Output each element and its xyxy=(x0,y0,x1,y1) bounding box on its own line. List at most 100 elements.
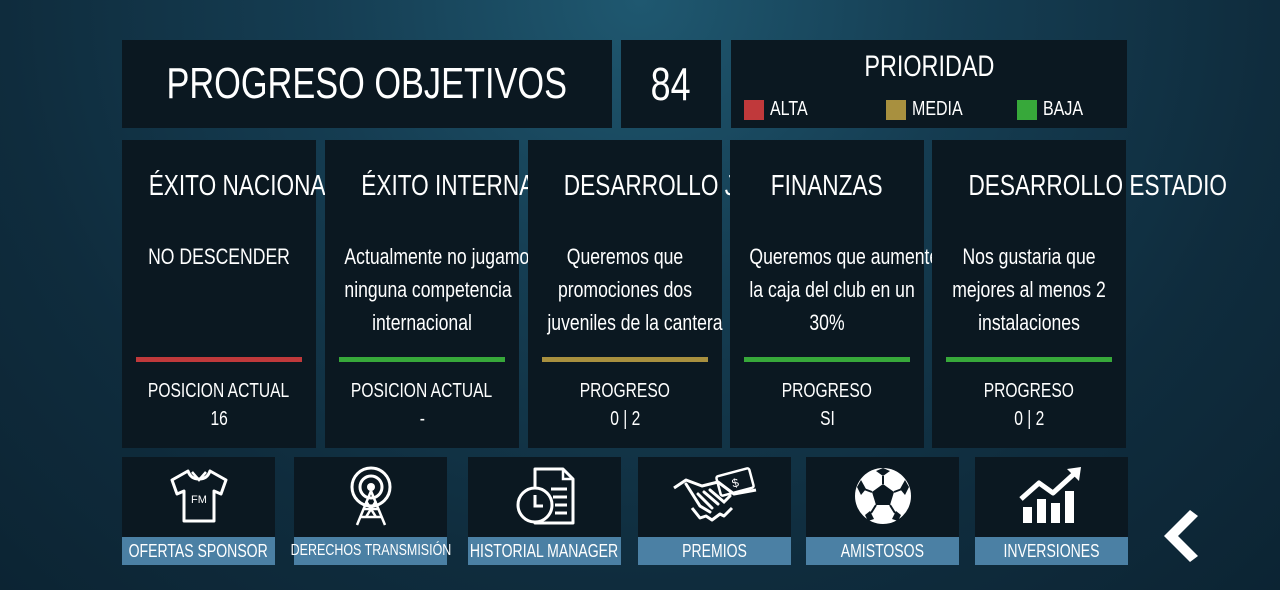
document-clock-icon xyxy=(468,465,621,527)
prizes-label-text: PREMIOS xyxy=(682,540,747,561)
objective-status-label-text: POSICION ACTUAL xyxy=(351,380,493,402)
objective-title: DESARROLLO ESTADIO xyxy=(932,170,1227,203)
objective-desc-line: Actualmente no jugamos xyxy=(344,244,539,269)
objective-description: Actualmente no jugamos ninguna competenc… xyxy=(325,240,539,339)
priority-bar-baja xyxy=(946,357,1112,362)
objective-description: Queremos que aumentes la caja del club e… xyxy=(730,240,949,339)
objective-desc-line: Queremos que xyxy=(566,244,684,269)
objective-status-value: SI xyxy=(730,408,924,431)
objective-desc-line: la caja del club en un xyxy=(749,277,915,302)
sponsor-offers-label-text: OFERTAS SPONSOR xyxy=(128,540,269,561)
objective-card-national: ÉXITO NACIONAL NO DESCENDER POSICION ACT… xyxy=(122,140,338,448)
growth-chart-icon xyxy=(975,465,1128,527)
objective-status-label: POSICION ACTUAL xyxy=(122,380,316,403)
priority-legend: PRIORIDAD ALTA MEDIA BAJA xyxy=(731,40,1127,128)
svg-text:$: $ xyxy=(730,475,740,490)
objective-description: Nos gustaria que mejores al menos 2 inst… xyxy=(932,240,1126,339)
legend-item-media: MEDIA xyxy=(886,98,975,121)
objective-card-youth: DESARROLLO JUVENIL Queremos que promocio… xyxy=(528,140,818,448)
objective-status-label: PROGRESO xyxy=(932,380,1126,403)
legend-swatch-media xyxy=(886,99,906,120)
legend-item-baja: BAJA xyxy=(1017,98,1093,121)
investments-label-text: INVERSIONES xyxy=(1003,540,1100,561)
objective-desc-line: Nos gustaria que xyxy=(962,244,1096,269)
objective-desc-line: mejores al menos 2 xyxy=(952,277,1106,302)
objective-status-label: PROGRESO xyxy=(528,380,722,403)
objective-status-label-text: PROGRESO xyxy=(781,380,873,402)
sponsor-offers-button[interactable]: FM OFERTAS SPONSOR xyxy=(122,457,275,565)
objective-status-value-text: 0 | 2 xyxy=(609,408,641,430)
priority-title: PRIORIDAD xyxy=(731,50,1127,84)
objective-title-text: DESARROLLO ESTADIO xyxy=(968,170,1227,202)
objectives-score: 84 xyxy=(651,58,691,110)
objective-desc-line: promociones dos xyxy=(557,277,693,302)
objective-status-value-text: SI xyxy=(819,408,835,430)
prizes-button[interactable]: $ PREMIOS xyxy=(638,457,791,565)
objective-status-value: 16 xyxy=(122,408,316,431)
objective-desc-line: ninguna competencia xyxy=(344,277,512,302)
investments-button[interactable]: INVERSIONES xyxy=(975,457,1128,565)
back-button[interactable] xyxy=(1160,508,1200,564)
objective-status-value: 0 | 2 xyxy=(932,408,1126,431)
page-title: PROGRESO OBJETIVOS xyxy=(166,59,568,108)
objective-desc-line: NO DESCENDER xyxy=(148,244,290,269)
friendlies-label-text: AMISTOSOS xyxy=(840,540,925,561)
objective-status-value-text: - xyxy=(419,408,425,430)
objective-desc-line: internacional xyxy=(372,310,472,335)
objective-card-stadium: DESARROLLO ESTADIO Nos gustaria que mejo… xyxy=(932,140,1227,448)
broadcast-rights-label: DERECHOS TRANSMISIÓN xyxy=(290,537,451,565)
priority-bar-alta xyxy=(136,357,302,362)
priority-bar-baja xyxy=(339,357,505,362)
objective-desc-line: instalaciones xyxy=(978,310,1080,335)
objective-status-value: 0 | 2 xyxy=(528,408,722,431)
objective-status-value-text: 16 xyxy=(210,408,228,430)
priority-bar-media xyxy=(542,357,708,362)
broadcast-tower-icon xyxy=(294,465,447,527)
investments-label: INVERSIONES xyxy=(975,537,1128,565)
objective-title: DESARROLLO JUVENIL xyxy=(528,170,818,203)
objective-description: Queremos que promociones dos juveniles d… xyxy=(528,240,722,339)
sponsor-offers-label: OFERTAS SPONSOR xyxy=(122,537,275,565)
objective-title: ÉXITO NACIONAL xyxy=(122,170,338,203)
legend-swatch-baja xyxy=(1017,99,1037,120)
objective-desc-line: juveniles de la cantera xyxy=(547,310,723,335)
handshake-money-icon: $ xyxy=(638,465,791,527)
soccer-ball-icon xyxy=(806,465,959,527)
broadcast-rights-label-text: DERECHOS TRANSMISIÓN xyxy=(290,542,451,559)
objective-desc-line: Queremos que aumentes xyxy=(749,244,949,269)
manager-history-label-text: HISTORIAL MANAGER xyxy=(470,540,619,561)
chevron-left-icon xyxy=(1164,510,1198,562)
objective-status-label: PROGRESO xyxy=(730,380,924,403)
objective-status-label-text: POSICION ACTUAL xyxy=(148,380,290,402)
objective-desc-line: 30% xyxy=(809,310,845,335)
objective-description: NO DESCENDER xyxy=(122,240,316,273)
objective-title: ÉXITO INTERNACIONAL xyxy=(325,170,618,203)
friendlies-label: AMISTOSOS xyxy=(806,537,959,565)
objective-card-international: ÉXITO INTERNACIONAL Actualmente no jugam… xyxy=(325,140,619,448)
objective-status-value-text: 0 | 2 xyxy=(1013,408,1045,430)
objective-title-text: FINANZAS xyxy=(771,170,883,202)
legend-item-alta: ALTA xyxy=(744,98,817,121)
manager-history-label: HISTORIAL MANAGER xyxy=(468,537,621,565)
objective-title-text: ÉXITO NACIONAL xyxy=(148,170,339,202)
legend-label-alta: ALTA xyxy=(770,98,808,120)
objective-status-value: - xyxy=(325,408,519,431)
prizes-label: PREMIOS xyxy=(638,537,791,565)
objective-title: FINANZAS xyxy=(730,170,924,203)
objective-status-label-text: PROGRESO xyxy=(983,380,1075,402)
friendlies-button[interactable]: AMISTOSOS xyxy=(806,457,959,565)
objective-status-label: POSICION ACTUAL xyxy=(325,380,519,403)
legend-swatch-alta xyxy=(744,99,764,120)
legend-label-media: MEDIA xyxy=(912,98,963,120)
objectives-title-panel: PROGRESO OBJETIVOS xyxy=(122,40,612,128)
jersey-badge: FM xyxy=(191,494,207,506)
score-panel: 84 xyxy=(621,40,721,128)
broadcast-rights-button[interactable]: DERECHOS TRANSMISIÓN xyxy=(290,457,451,565)
priority-title-text: PRIORIDAD xyxy=(863,50,995,83)
legend-label-baja: BAJA xyxy=(1043,98,1084,120)
objective-card-finances: FINANZAS Queremos que aumentes la caja d… xyxy=(730,140,949,448)
objective-status-label-text: PROGRESO xyxy=(579,380,671,402)
manager-history-button[interactable]: HISTORIAL MANAGER xyxy=(468,457,621,565)
jersey-icon: FM xyxy=(122,465,275,527)
priority-bar-baja xyxy=(744,357,910,362)
